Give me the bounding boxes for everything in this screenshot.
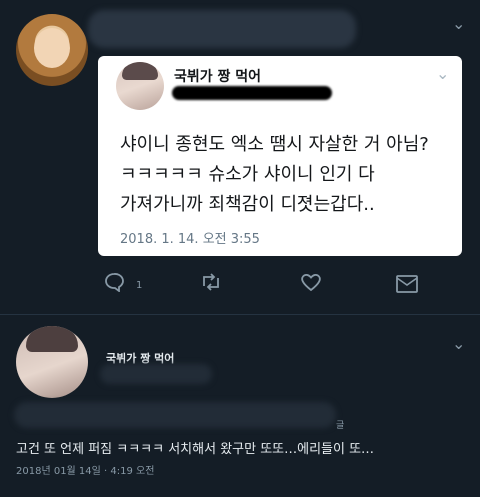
top-avatar-face — [34, 28, 70, 68]
reply-avatar[interactable] — [16, 326, 88, 398]
retweet-icon[interactable] — [200, 272, 222, 297]
card-author-name[interactable]: 국뷔가 짱 먹어 — [174, 66, 261, 86]
heart-icon[interactable] — [300, 272, 322, 297]
divider — [0, 314, 480, 315]
card-avatar[interactable] — [116, 62, 164, 110]
top-chevron-down-icon[interactable]: ⌄ — [452, 14, 465, 33]
top-avatar[interactable] — [16, 14, 88, 86]
reply-handle-blur — [100, 364, 212, 384]
top-author-blur — [88, 10, 356, 48]
card-avatar-hair — [122, 62, 158, 80]
reply-tag: 글 — [336, 421, 345, 431]
tweet-text: 샤이니 종현도 엑소 땜시 자살한 거 아님? ㅋㅋㅋㅋㅋ 슈소가 샤이니 인기… — [120, 134, 429, 215]
reply-timestamp[interactable]: 2018년 01월 14일 · 4:19 오전 — [16, 462, 154, 477]
reply-context-blur — [14, 402, 336, 428]
card-chevron-down-icon[interactable]: ⌄ — [436, 64, 449, 83]
reply-chevron-down-icon[interactable]: ⌄ — [452, 334, 465, 353]
reply-count: 1 — [136, 280, 143, 291]
reply-icon[interactable] — [104, 272, 124, 297]
mail-icon[interactable] — [396, 274, 418, 298]
card-handle-blur — [172, 86, 332, 100]
embedded-tweet-card[interactable]: 국뷔가 짱 먹어 ⌄ 샤이니 종현도 엑소 땜시 자살한 거 아님? ㅋㅋㅋㅋㅋ… — [98, 56, 462, 256]
reply-avatar-hair — [26, 326, 78, 352]
tweet-timestamp[interactable]: 2018. 1. 14. 오전 3:55 — [120, 228, 260, 247]
reply-text: 고건 또 언제 퍼짐 ㅋㅋㅋㅋ 서치해서 왔구만 또또…에리들이 또… — [16, 442, 375, 457]
